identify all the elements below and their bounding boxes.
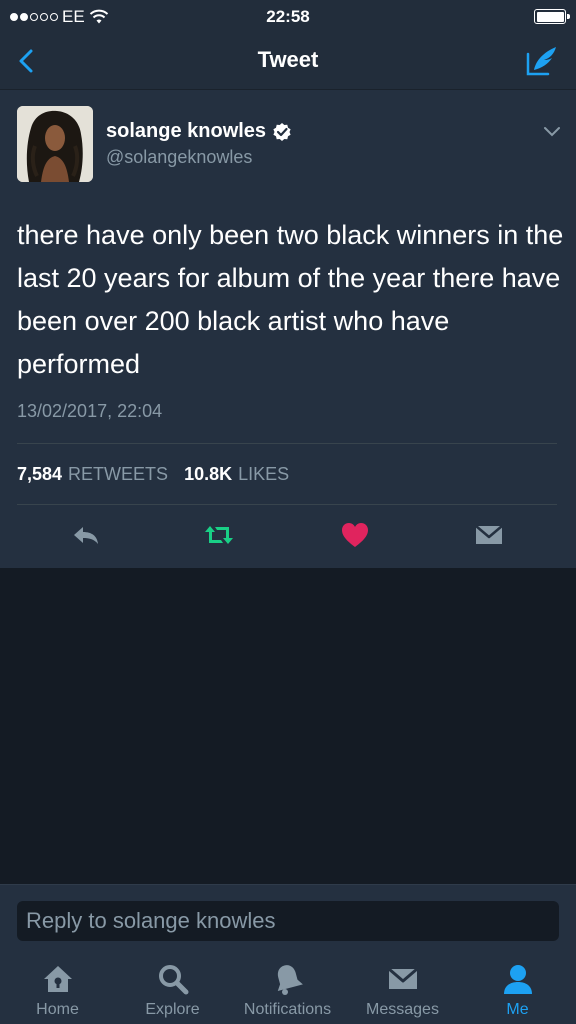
- page-title: Tweet: [257, 47, 319, 72]
- avatar[interactable]: [17, 106, 93, 182]
- divider: [17, 504, 557, 505]
- tweet-detail: solange knowles @solangeknowles there ha…: [0, 90, 576, 568]
- divider: [17, 443, 557, 444]
- tab-notifications[interactable]: Notifications: [230, 948, 345, 1024]
- tab-label-notifications: Notifications: [243, 1001, 332, 1018]
- author-name-text: solange knowles: [106, 120, 267, 142]
- chevron-down-icon[interactable]: [542, 124, 562, 138]
- tab-me[interactable]: Me: [460, 948, 575, 1024]
- retweet-icon: [205, 526, 233, 544]
- tab-home[interactable]: Home: [0, 948, 115, 1024]
- home-icon: [43, 966, 72, 992]
- battery-icon: [534, 9, 570, 24]
- person-icon: [503, 965, 532, 994]
- reply-input[interactable]: [17, 901, 559, 941]
- tab-bar: Home Explore Notifications Messages Me: [0, 948, 576, 1024]
- search-icon: [158, 965, 188, 995]
- tab-explore[interactable]: Explore: [115, 948, 230, 1024]
- direct-message-button[interactable]: [473, 520, 505, 550]
- verified-badge-icon: [273, 122, 291, 141]
- retweets-label[interactable]: RETWEETS: [68, 464, 168, 485]
- reply-button[interactable]: [70, 520, 102, 550]
- author-name[interactable]: solange knowles: [106, 120, 292, 143]
- reply-composer: [0, 884, 576, 948]
- compose-tweet-icon[interactable]: [524, 44, 560, 78]
- heart-icon: [342, 523, 368, 547]
- reply-icon: [74, 527, 98, 544]
- envelope-icon: [475, 525, 503, 544]
- profile-photo: [17, 106, 93, 182]
- tweet-text: there have only been two black winners i…: [17, 220, 564, 379]
- tab-label-explore: Explore: [145, 1001, 200, 1018]
- clock: 22:58: [266, 7, 310, 26]
- likes-count[interactable]: 10.8K: [184, 464, 232, 485]
- author-handle: @solangeknowles: [106, 147, 253, 167]
- tab-label-me: Me: [506, 1001, 529, 1018]
- envelope-icon: [387, 967, 418, 989]
- retweets-count[interactable]: 7,584: [17, 464, 62, 485]
- likes-label[interactable]: LIKES: [238, 464, 289, 485]
- tweet-stats: 7,584 RETWEETS 10.8K LIKES: [17, 464, 289, 485]
- retweet-button[interactable]: [203, 520, 235, 550]
- navigation-bar: Tweet: [0, 34, 576, 90]
- tab-label-messages: Messages: [366, 1001, 439, 1018]
- tweet-timestamp: 13/02/2017, 22:04: [17, 401, 163, 421]
- tab-messages[interactable]: Messages: [345, 948, 460, 1024]
- like-button[interactable]: [339, 520, 371, 550]
- bell-icon: [277, 965, 303, 995]
- status-bar: EE 22:58: [0, 0, 576, 34]
- tab-label-home: Home: [36, 1001, 79, 1018]
